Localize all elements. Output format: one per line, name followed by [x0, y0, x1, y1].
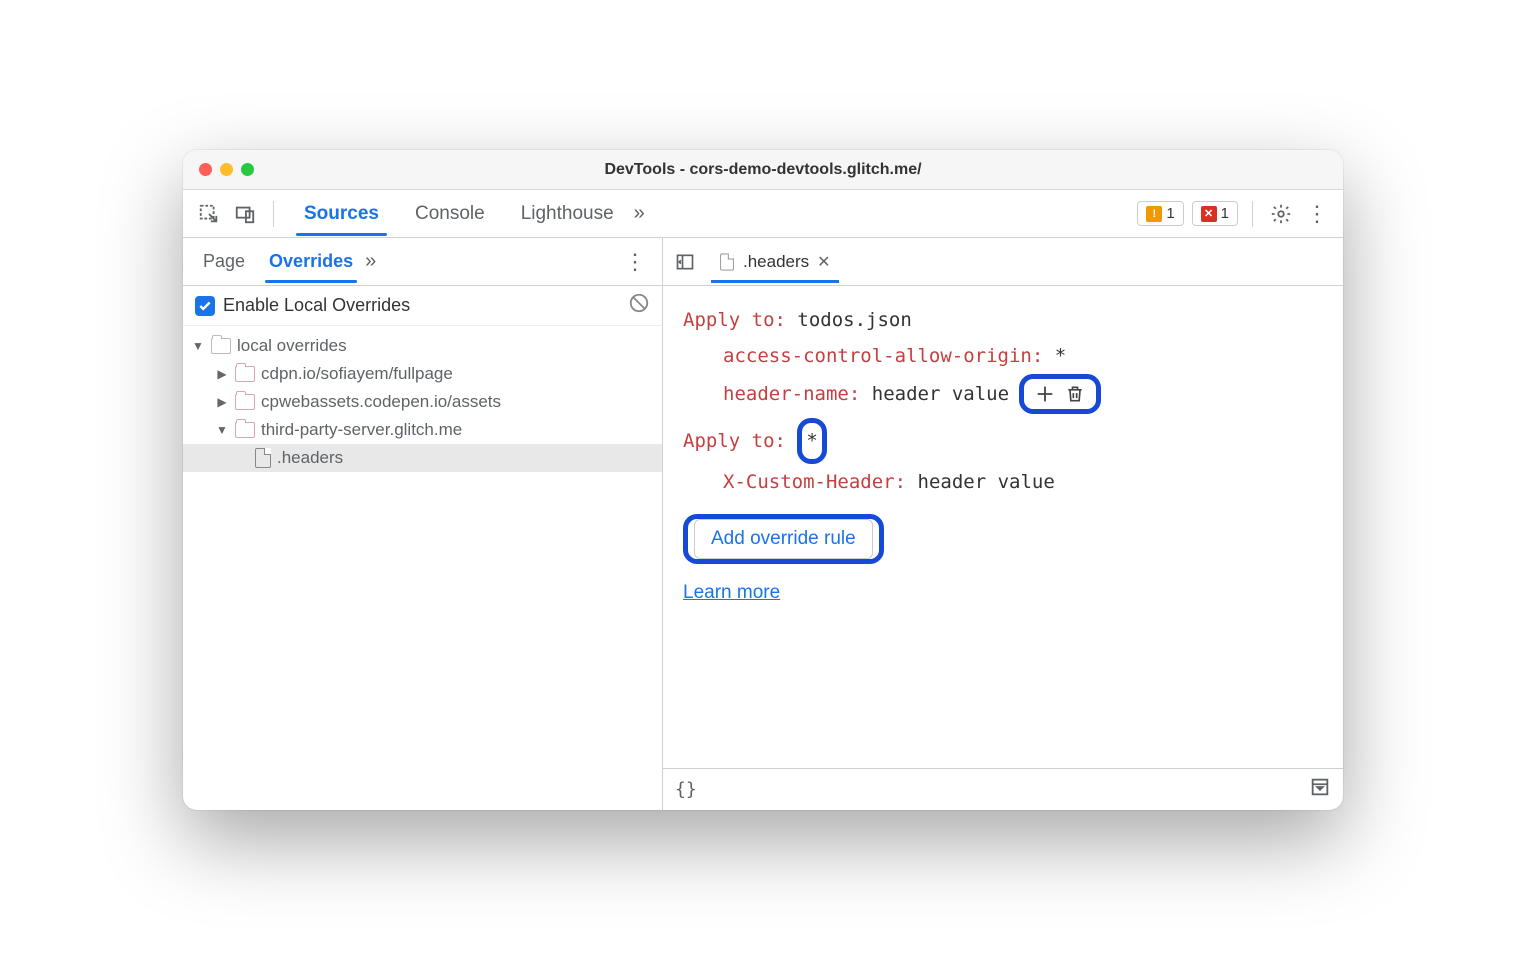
- warning-count: 1: [1166, 205, 1174, 222]
- rule-block: Apply to: *: [683, 418, 1323, 464]
- editor-panel: .headers ✕ Apply to: todos.json access-c…: [663, 238, 1343, 810]
- tree-label: cpwebassets.codepen.io/assets: [261, 392, 501, 412]
- pretty-print-icon[interactable]: {}: [675, 779, 697, 800]
- chevron-down-icon: ▼: [191, 339, 205, 353]
- callout-add-rule: Add override rule: [683, 514, 884, 564]
- rule-block: Apply to: todos.json: [683, 302, 1323, 338]
- apply-to-value[interactable]: *: [806, 423, 817, 459]
- header-row: header-name: header value: [683, 374, 1323, 414]
- apply-to-value[interactable]: todos.json: [797, 309, 911, 331]
- header-name[interactable]: X-Custom-Header:: [723, 471, 906, 493]
- apply-to-label: Apply to:: [683, 430, 786, 452]
- navigator-tabs: Page Overrides » ⋮: [183, 238, 662, 286]
- tab-lighthouse[interactable]: Lighthouse: [505, 193, 630, 235]
- window-controls: [183, 163, 254, 176]
- more-tabs-chevron-icon[interactable]: »: [634, 202, 645, 225]
- header-value[interactable]: *: [1055, 345, 1066, 367]
- minimize-window-button[interactable]: [220, 163, 233, 176]
- navigator-panel: Page Overrides » ⋮ Enable Local Override…: [183, 238, 663, 810]
- toggle-navigator-icon[interactable]: [671, 248, 699, 276]
- tab-console[interactable]: Console: [399, 193, 501, 235]
- titlebar: DevTools - cors-demo-devtools.glitch.me/: [183, 150, 1343, 190]
- callout-apply-to-wildcard: *: [797, 418, 826, 464]
- more-nav-tabs-chevron-icon[interactable]: »: [365, 250, 376, 273]
- delete-header-button[interactable]: [1060, 379, 1090, 409]
- close-tab-icon[interactable]: ✕: [817, 252, 830, 272]
- warnings-badge[interactable]: ! 1: [1137, 201, 1183, 226]
- main-toolbar: Sources Console Lighthouse » ! 1 ✕ 1 ⋮: [183, 190, 1343, 238]
- header-row: access-control-allow-origin: *: [683, 338, 1323, 374]
- add-override-rule-button[interactable]: Add override rule: [694, 519, 873, 559]
- tree-folder-root[interactable]: ▼ local overrides: [183, 332, 662, 360]
- chevron-down-icon: ▼: [215, 423, 229, 437]
- header-name[interactable]: access-control-allow-origin:: [723, 345, 1043, 367]
- headers-editor: Apply to: todos.json access-control-allo…: [663, 286, 1343, 768]
- errors-badge[interactable]: ✕ 1: [1192, 201, 1238, 226]
- enable-overrides-checkbox[interactable]: [195, 296, 215, 316]
- enable-overrides-row: Enable Local Overrides: [183, 286, 662, 326]
- add-rule-row: Add override rule: [683, 514, 1323, 564]
- tree-folder[interactable]: ▼ third-party-server.glitch.me: [183, 416, 662, 444]
- add-header-button[interactable]: [1030, 379, 1060, 409]
- editor-tab-headers[interactable]: .headers ✕: [711, 242, 839, 282]
- divider: [1252, 201, 1253, 227]
- body: Page Overrides » ⋮ Enable Local Override…: [183, 238, 1343, 810]
- warning-icon: !: [1146, 206, 1162, 222]
- tree-label: .headers: [277, 448, 343, 468]
- clear-overrides-icon[interactable]: [628, 292, 650, 319]
- folder-icon: [211, 338, 231, 354]
- chevron-right-icon: ▶: [215, 367, 229, 381]
- editor-bottombar: {}: [663, 768, 1343, 810]
- error-icon: ✕: [1201, 206, 1217, 222]
- device-toggle-icon[interactable]: [231, 200, 259, 228]
- editor-tab-label: .headers: [743, 252, 809, 272]
- inspect-icon[interactable]: [195, 200, 223, 228]
- kebab-menu-icon[interactable]: ⋮: [1303, 200, 1331, 228]
- divider: [273, 201, 274, 227]
- tab-page[interactable]: Page: [191, 241, 257, 282]
- tree-folder[interactable]: ▶ cdpn.io/sofiayem/fullpage: [183, 360, 662, 388]
- tree-folder[interactable]: ▶ cpwebassets.codepen.io/assets: [183, 388, 662, 416]
- tree-file-selected[interactable]: .headers: [183, 444, 662, 472]
- maximize-window-button[interactable]: [241, 163, 254, 176]
- window-title: DevTools - cors-demo-devtools.glitch.me/: [183, 161, 1343, 179]
- callout-header-actions: [1019, 374, 1101, 414]
- tree-label: cdpn.io/sofiayem/fullpage: [261, 364, 453, 384]
- navigator-kebab-icon[interactable]: ⋮: [616, 249, 654, 275]
- header-name[interactable]: header-name:: [723, 383, 860, 405]
- header-value[interactable]: header value: [918, 471, 1055, 493]
- dock-icon[interactable]: [1309, 776, 1331, 803]
- file-icon: [720, 253, 734, 270]
- folder-icon: [235, 422, 255, 438]
- close-window-button[interactable]: [199, 163, 212, 176]
- folder-icon: [235, 394, 255, 410]
- folder-icon: [235, 366, 255, 382]
- editor-tabs: .headers ✕: [663, 238, 1343, 286]
- error-count: 1: [1221, 205, 1229, 222]
- enable-overrides-label: Enable Local Overrides: [223, 295, 410, 316]
- apply-to-label: Apply to:: [683, 309, 786, 331]
- file-icon: [255, 448, 271, 468]
- header-value[interactable]: header value: [872, 383, 1009, 405]
- panel-tabs: Sources Console Lighthouse »: [288, 193, 645, 235]
- tab-sources[interactable]: Sources: [288, 193, 395, 235]
- tree-label: third-party-server.glitch.me: [261, 420, 462, 440]
- tree-label: local overrides: [237, 336, 347, 356]
- chevron-right-icon: ▶: [215, 395, 229, 409]
- learn-more-link[interactable]: Learn more: [683, 582, 780, 603]
- devtools-window: DevTools - cors-demo-devtools.glitch.me/…: [183, 150, 1343, 810]
- tab-overrides[interactable]: Overrides: [257, 241, 365, 282]
- settings-gear-icon[interactable]: [1267, 200, 1295, 228]
- header-row: X-Custom-Header: header value: [683, 464, 1323, 500]
- file-tree: ▼ local overrides ▶ cdpn.io/sofiayem/ful…: [183, 326, 662, 478]
